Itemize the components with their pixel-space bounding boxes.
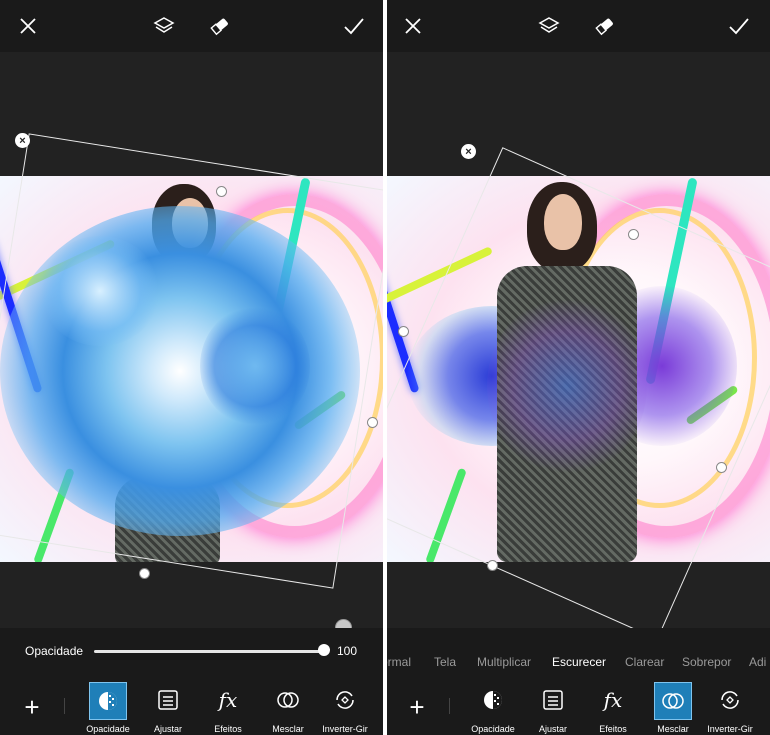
right-resize-handle[interactable] [367, 417, 378, 428]
tool-flip-rotate[interactable]: Inverter-Gir [318, 682, 372, 735]
opacity-label: Opacidade [25, 644, 84, 658]
tool-adjust[interactable]: Ajustar [141, 682, 195, 735]
bottom-resize-handle[interactable] [139, 568, 150, 579]
tool-flip-rotate[interactable]: Inverter-Gir [703, 682, 757, 735]
layers-icon[interactable] [533, 10, 565, 42]
opacity-slider-row: Opacidade 100 [0, 628, 383, 678]
eraser-icon[interactable] [589, 10, 621, 42]
left-editor-screen: × Opacidade 100 + Opacidade Ajustar fx E… [0, 0, 383, 735]
selection-box[interactable] [0, 133, 383, 589]
tool-opacity[interactable]: Opacidade [466, 682, 520, 735]
opacity-slider-thumb[interactable] [318, 644, 330, 656]
eraser-icon[interactable] [204, 10, 236, 42]
layers-icon[interactable] [148, 10, 180, 42]
tool-opacity[interactable]: Opacidade [81, 682, 135, 735]
remove-layer-icon[interactable]: × [15, 133, 30, 148]
flip-rotate-icon [331, 686, 359, 714]
add-layer-button[interactable]: + [21, 694, 43, 720]
tool-label: Ajustar [538, 724, 567, 734]
top-resize-handle[interactable] [216, 186, 227, 197]
tool-label: Inverter-Gir [322, 724, 368, 734]
fx-icon: fx [603, 688, 623, 712]
tool-effects[interactable]: fx Efeitos [201, 682, 255, 735]
tool-blend[interactable]: Mesclar [646, 682, 700, 735]
bottom-panel: Opacidade 100 + Opacidade Ajustar fx Efe… [0, 628, 383, 735]
remove-layer-icon[interactable]: × [461, 144, 476, 159]
blend-mode-add[interactable]: Adi [749, 655, 766, 669]
close-icon[interactable] [397, 10, 429, 42]
bottom-resize-handle[interactable] [487, 560, 498, 571]
tool-label: Opacidade [471, 724, 515, 734]
tool-effects[interactable]: fx Efeitos [586, 682, 640, 735]
opacity-slider-track[interactable] [94, 650, 328, 653]
tool-label: Efeitos [214, 724, 242, 734]
opacity-value: 100 [337, 644, 358, 658]
opacity-icon [89, 682, 127, 720]
close-icon[interactable] [12, 10, 44, 42]
right-resize-handle[interactable] [716, 462, 727, 473]
tool-bar: + Opacidade Ajustar fx Efeitos Mesclar I… [387, 682, 770, 735]
top-bar [387, 0, 770, 52]
toolbar-divider [64, 698, 65, 714]
blend-icon [654, 682, 692, 720]
blend-mode-lighten[interactable]: Clarear [625, 655, 664, 669]
toolbar-divider [449, 698, 450, 714]
tool-label: Efeitos [599, 724, 627, 734]
blend-mode-normal[interactable]: ormal [387, 655, 411, 669]
tool-label: Ajustar [153, 724, 182, 734]
tool-label: Opacidade [86, 724, 130, 734]
check-icon[interactable] [723, 10, 755, 42]
tool-label: Inverter-Gir [707, 724, 753, 734]
fx-icon: fx [218, 688, 238, 712]
flip-rotate-icon [716, 686, 744, 714]
right-editor-screen: × ormal Tela Multiplicar Escurecer Clare… [387, 0, 770, 735]
left-resize-handle[interactable] [398, 326, 409, 337]
add-layer-button[interactable]: + [406, 694, 428, 720]
blend-mode-overlay[interactable]: Sobrepor [682, 655, 731, 669]
top-resize-handle[interactable] [628, 229, 639, 240]
adjust-icon [539, 686, 567, 714]
check-icon[interactable] [338, 10, 370, 42]
blend-mode-multiply[interactable]: Multiplicar [477, 655, 531, 669]
tool-bar: + Opacidade Ajustar fx Efeitos Mesclar I… [0, 682, 383, 735]
blend-mode-darken[interactable]: Escurecer [552, 655, 606, 669]
blend-mode-screen[interactable]: Tela [434, 655, 456, 669]
opacity-icon [479, 686, 507, 714]
blend-icon [274, 686, 302, 714]
top-bar [0, 0, 383, 52]
tool-blend[interactable]: Mesclar [261, 682, 315, 735]
adjust-icon [154, 686, 182, 714]
bottom-panel: ormal Tela Multiplicar Escurecer Clarear… [387, 628, 770, 735]
tool-adjust[interactable]: Ajustar [526, 682, 580, 735]
blend-mode-list: ormal Tela Multiplicar Escurecer Clarear… [387, 628, 770, 678]
